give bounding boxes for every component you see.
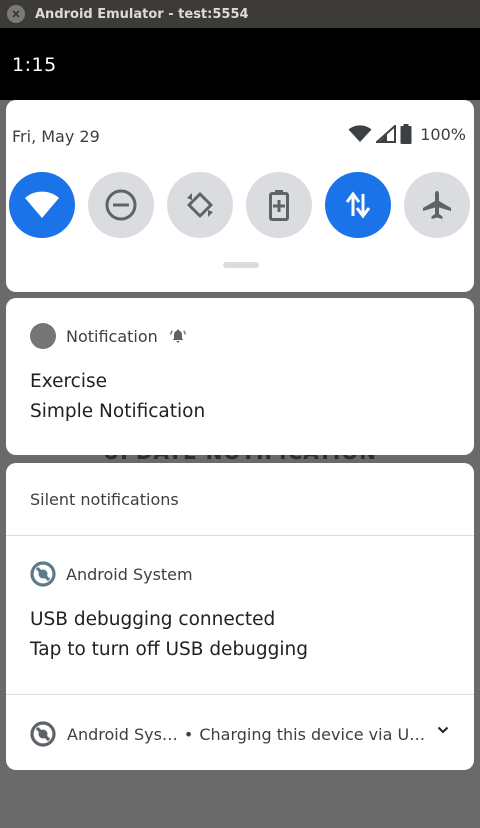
- battery-percent: 100%: [420, 124, 466, 144]
- notification-header: Notification: [30, 323, 186, 349]
- tile-battery-saver[interactable]: [246, 172, 312, 238]
- notification-text: Tap to turn off USB debugging: [30, 639, 309, 660]
- charging-notification[interactable]: Android Sys… • Charging this device via …: [30, 721, 450, 747]
- android-system-icon: [30, 721, 56, 747]
- airplane-mode-icon: [423, 191, 451, 219]
- battery-saver-icon: [269, 190, 289, 221]
- wifi-signal-icon: [348, 125, 372, 142]
- qs-date: Fri, May 29: [12, 127, 100, 146]
- window-title: Android Emulator - test:5554: [35, 6, 249, 22]
- notification-app-name: Notification: [66, 326, 158, 346]
- window-titlebar: Android Emulator - test:5554: [0, 0, 480, 28]
- notification-app-name: Android System: [66, 564, 193, 584]
- auto-rotate-icon: [187, 192, 213, 218]
- separator-dot: •: [183, 724, 194, 744]
- chevron-down-icon[interactable]: [436, 723, 450, 737]
- qs-status-icons: 100%: [348, 124, 466, 144]
- notification-card[interactable]: Notification Exercise Simple Notificatio…: [6, 298, 474, 455]
- qs-expand-handle[interactable]: [223, 262, 259, 268]
- status-clock: 1:15: [12, 54, 57, 76]
- notification-text: Charging this device via U…: [199, 724, 426, 744]
- tile-airplane-mode[interactable]: [404, 172, 470, 238]
- tile-wifi[interactable]: [9, 172, 75, 238]
- alert-bell-icon: [170, 329, 186, 343]
- notification-text: Simple Notification: [30, 401, 206, 422]
- battery-icon: [400, 124, 412, 144]
- silent-section-header: Silent notifications: [30, 490, 179, 509]
- silent-notifications-card: Silent notifications Android System USB …: [6, 463, 474, 770]
- close-icon: [12, 10, 20, 18]
- window-close-button[interactable]: [7, 5, 25, 23]
- android-system-icon: [30, 561, 56, 587]
- tile-auto-rotate[interactable]: [167, 172, 233, 238]
- tile-mobile-data[interactable]: [325, 172, 391, 238]
- wifi-icon: [25, 191, 59, 218]
- app-icon: [30, 323, 56, 349]
- do-not-disturb-icon: [105, 189, 137, 221]
- notification-header: Android System: [30, 561, 193, 587]
- cell-signal-icon: [376, 125, 397, 143]
- tile-do-not-disturb[interactable]: [88, 172, 154, 238]
- divider: [6, 694, 474, 695]
- notification-title: USB debugging connected: [30, 609, 276, 630]
- notification-app-name: Android Sys…: [67, 724, 178, 744]
- notification-title: Exercise: [30, 371, 107, 392]
- usb-debugging-notification[interactable]: Android System USB debugging connected T…: [6, 536, 474, 694]
- quick-settings-panel: Fri, May 29 100%: [6, 100, 474, 292]
- status-bar: 1:15: [0, 28, 480, 100]
- mobile-data-icon: [345, 191, 371, 219]
